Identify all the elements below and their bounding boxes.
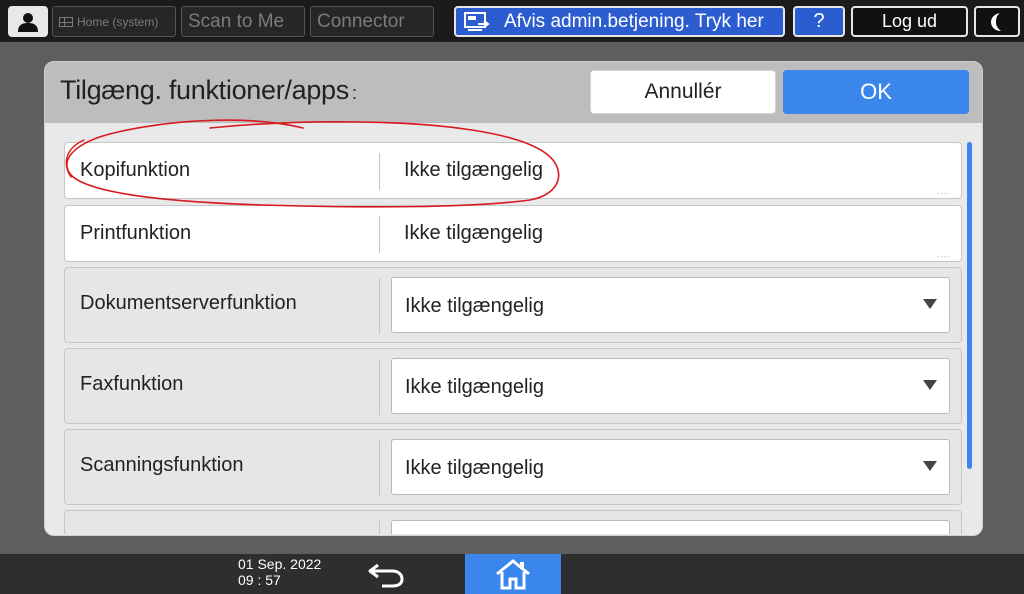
row-label: Scanningsfunktion	[80, 454, 244, 476]
date-text: 01 Sep. 2022	[238, 556, 322, 572]
logout-label: Log ud	[881, 11, 938, 31]
select-value: Ikke tilgængelig	[405, 376, 544, 398]
bottom-bar: 01 Sep. 2022 09 : 57	[0, 554, 1024, 594]
more-dots: ....	[936, 249, 951, 259]
date-time: 01 Sep. 2022 09 : 57	[238, 556, 321, 588]
divider	[379, 521, 380, 534]
back-button[interactable]	[364, 558, 408, 590]
list-item-scanner: Scanningsfunktion Ikke tilgængelig	[64, 429, 962, 505]
ok-label: OK	[860, 79, 892, 104]
ok-button[interactable]: OK	[783, 70, 969, 114]
scrollbar[interactable]	[967, 142, 972, 469]
dropdown-arrow-icon	[923, 380, 937, 390]
help-label: ?	[813, 10, 825, 32]
row-value: Ikke tilgængelig	[404, 159, 543, 181]
keypad-icon	[59, 16, 73, 27]
home-icon	[496, 559, 530, 590]
row-label: Kopifunktion	[80, 159, 191, 181]
dialog-header: Tilgæng. funktioner/apps: Annullér OK	[45, 62, 982, 123]
cancel-label: Annullér	[644, 80, 722, 103]
list-item-partial	[64, 510, 962, 534]
dialog-title: Tilgæng. funktioner/apps:	[60, 75, 357, 106]
fax-select[interactable]: Ikke tilgængelig	[391, 358, 950, 414]
list-item-print[interactable]: Printfunktion Ikke tilgængelig ....	[64, 205, 962, 262]
moon-icon	[991, 12, 1001, 31]
divider	[379, 278, 380, 334]
available-functions-dialog: Tilgæng. funktioner/apps: Annullér OK Ko…	[44, 61, 983, 536]
scan-to-me-label: Scan to Me	[188, 10, 285, 32]
function-list[interactable]: Kopifunktion Ikke tilgængelig .... Print…	[64, 142, 962, 534]
divider	[379, 359, 380, 415]
admin-notice-label: Afvis admin.betjening. Tryk her	[504, 10, 764, 32]
dialog-title-colon: :	[351, 83, 357, 103]
logout-button[interactable]: Log ud	[851, 6, 968, 37]
row-value: Ikke tilgængelig	[404, 222, 543, 244]
connector-button[interactable]: Connector	[310, 6, 434, 37]
user-button[interactable]	[8, 6, 48, 37]
row-label: Dokumentserverfunktion	[80, 292, 297, 314]
divider	[379, 153, 380, 190]
select-value: Ikke tilgængelig	[405, 295, 544, 317]
list-item-document-server: Dokumentserverfunktion Ikke tilgængelig	[64, 267, 962, 343]
row-label: Faxfunktion	[80, 373, 184, 395]
divider	[379, 216, 380, 253]
divider	[379, 440, 380, 496]
home-button[interactable]	[465, 554, 561, 594]
dropdown-arrow-icon	[923, 461, 937, 471]
cancel-button[interactable]: Annullér	[590, 70, 776, 114]
back-arrow-icon	[368, 563, 404, 588]
more-dots: ....	[936, 186, 951, 196]
help-button[interactable]: ?	[793, 6, 845, 37]
scan-to-me-button[interactable]: Scan to Me	[181, 6, 305, 37]
home-system-button[interactable]: Home (system)	[52, 6, 176, 37]
partial-select[interactable]	[391, 520, 950, 534]
row-label: Printfunktion	[80, 222, 192, 244]
user-icon	[18, 12, 38, 32]
scanner-select[interactable]: Ikke tilgængelig	[391, 439, 950, 495]
home-system-label: Home (system)	[77, 14, 159, 29]
energy-saver-button[interactable]	[974, 6, 1020, 37]
list-item-fax: Faxfunktion Ikke tilgængelig	[64, 348, 962, 424]
connector-label: Connector	[317, 10, 405, 32]
select-value: Ikke tilgængelig	[405, 457, 544, 479]
dialog-title-text: Tilgæng. funktioner/apps	[60, 75, 349, 105]
time-text: 09 : 57	[238, 572, 281, 588]
top-bar: Home (system) Scan to Me Connector Afvis…	[0, 0, 1024, 42]
admin-notice-button[interactable]: Afvis admin.betjening. Tryk her	[454, 6, 785, 37]
list-item-copy[interactable]: Kopifunktion Ikke tilgængelig ....	[64, 142, 962, 199]
admin-screen-icon	[464, 11, 490, 33]
dropdown-arrow-icon	[923, 299, 937, 309]
document-server-select[interactable]: Ikke tilgængelig	[391, 277, 950, 333]
